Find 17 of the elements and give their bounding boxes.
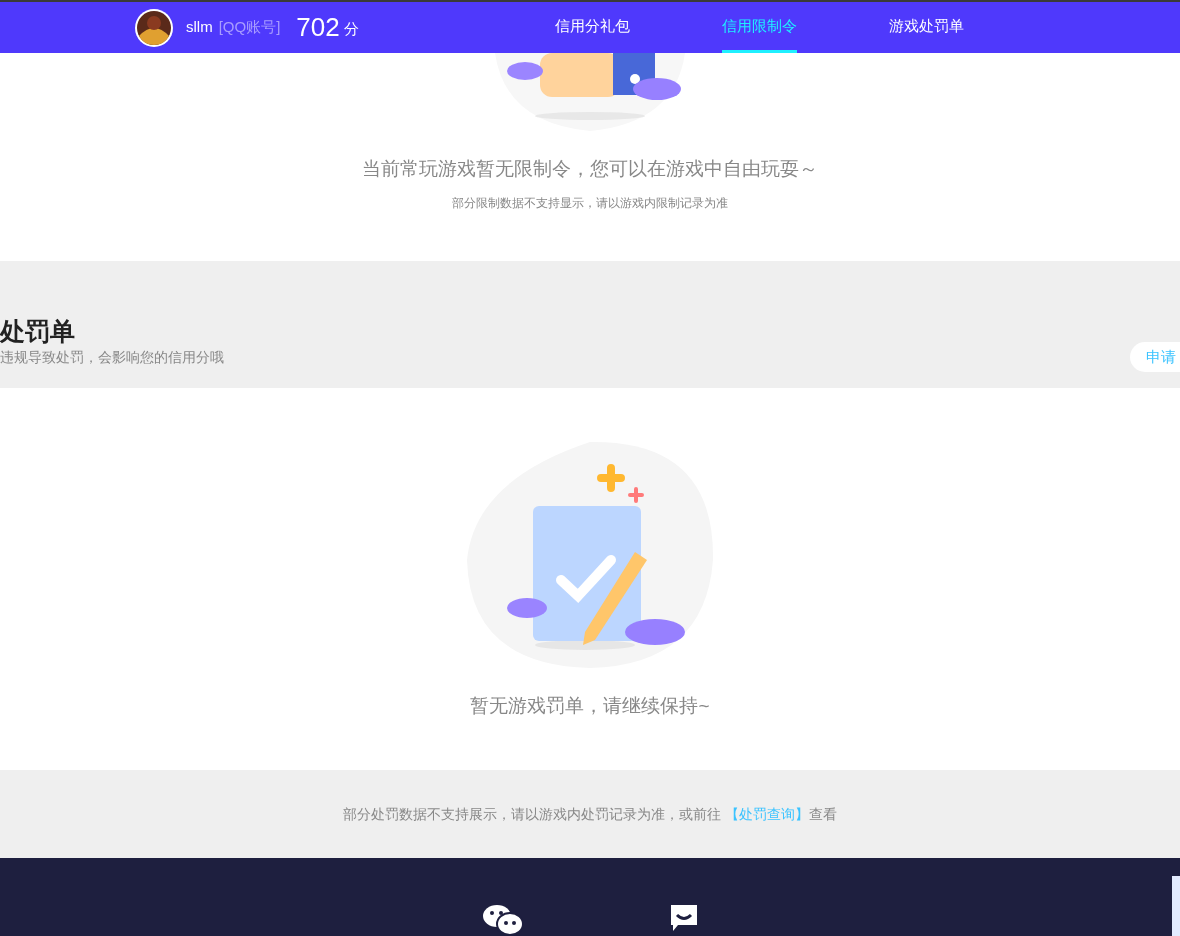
penalty-note: 部分处罚数据不支持展示，请以游戏内处罚记录为准，或前往 【处罚查询】查看 — [343, 804, 837, 824]
restriction-note: 部分限制数据不支持显示，请以游戏内限制记录为准 — [452, 194, 728, 212]
section-subtitle: 违规导致处罚，会影响您的信用分哦 — [0, 348, 224, 367]
username: sllm — [186, 17, 213, 38]
avatar[interactable] — [134, 7, 174, 48]
account-type: [QQ账号] — [218, 17, 281, 38]
empty-message: 当前常玩游戏暂无限制令，您可以在游戏中自由玩耍～ — [362, 157, 818, 181]
section-title: 处罚单 — [0, 315, 76, 347]
wechat-icon[interactable] — [481, 903, 524, 935]
nav-tab[interactable]: 游戏处罚单 — [888, 3, 964, 53]
floating-panel — [1172, 876, 1180, 936]
nav-tab[interactable]: 信用限制令 — [721, 3, 797, 53]
credit-score: 702 — [296, 11, 340, 44]
empty-message: 暂无游戏罚单，请继续保持~ — [470, 694, 710, 718]
nav-tab[interactable]: 信用分礼包 — [554, 3, 630, 53]
chat-bubble-icon[interactable] — [668, 903, 699, 933]
score-unit: 分 — [343, 19, 359, 40]
